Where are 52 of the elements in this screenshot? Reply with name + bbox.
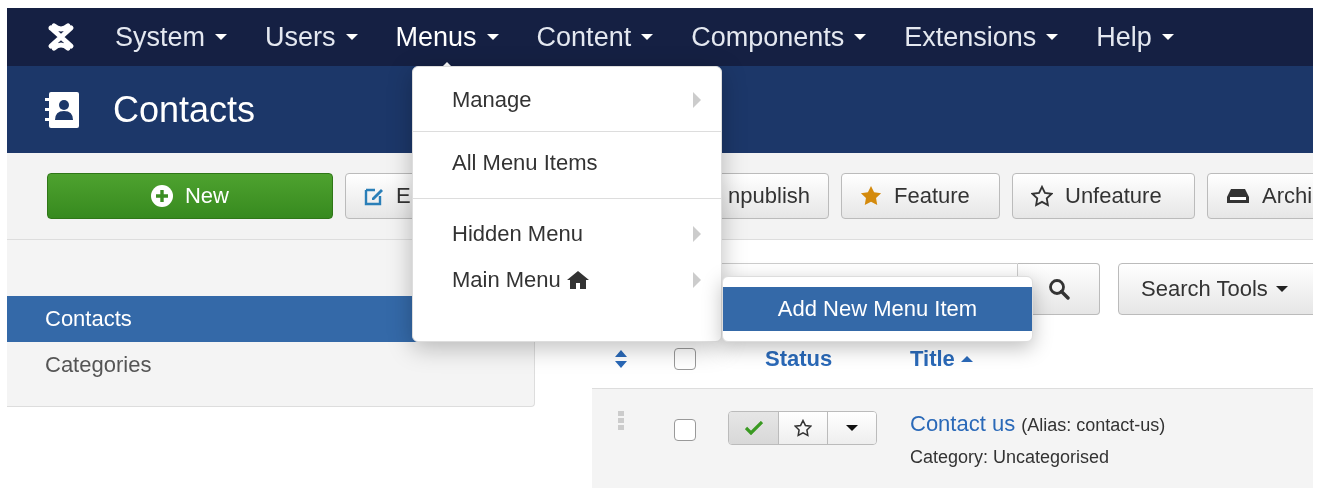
submenu-arrow-icon [692,226,701,242]
contact-title-link[interactable]: Contact us [910,411,1016,437]
alias-text: (Alias: contact-us) [1021,415,1166,436]
submenu-item[interactable]: Add New Menu Item [723,287,1032,331]
row-checkbox[interactable] [674,419,696,441]
caret-icon [1275,285,1288,293]
toolbar-button[interactable]: Unfeature [1012,173,1195,219]
home-icon [566,271,589,289]
menu-item[interactable]: Manage [413,77,721,123]
column-header[interactable]: Status [765,346,833,372]
nav-menu-item[interactable]: Components [691,21,867,53]
address-book-icon [45,91,79,128]
caret-icon [1161,33,1174,41]
actions-dropdown-button[interactable] [827,412,876,444]
caret-icon [854,33,867,41]
plus-circle-icon [151,185,173,207]
star-outline-icon [794,419,812,437]
submenu-arrow-icon [692,92,701,108]
page-title: Contacts [113,88,256,131]
sort-icon[interactable] [615,349,627,369]
caret-icon [846,424,858,432]
checkmark-icon [744,421,763,435]
nav-menu-item[interactable]: Users [265,21,358,53]
toolbar-button[interactable]: New [47,173,333,219]
menu-item[interactable]: All Menu Items [413,140,721,186]
caret-icon [641,33,654,41]
sidebar-item[interactable]: Categories [7,342,534,388]
archive-icon [1226,188,1250,204]
sort-ascending-icon [960,355,973,363]
category-text: Category: Uncategorised [910,447,1111,468]
caret-icon [215,33,228,41]
toolbar-button[interactable]: Feature [841,173,1000,219]
nav-menu-item[interactable]: Help [1096,21,1174,53]
column-header[interactable]: Title [910,346,973,372]
caret-icon [345,33,358,41]
nav-menu-item[interactable]: Content [536,21,654,53]
menu-item[interactable]: Hidden Menu [413,211,721,257]
featured-toggle-button[interactable] [778,412,827,444]
caret-icon [486,33,499,41]
caret-icon [1046,33,1059,41]
search-icon [1047,278,1070,300]
publish-toggle-button[interactable] [729,412,778,444]
nav-menu-item[interactable]: Extensions [904,21,1059,53]
nav-menu-item[interactable]: System [115,21,228,53]
search-tools-button[interactable]: Search Tools [1118,263,1313,315]
star-icon [860,185,882,207]
submenu-arrow-icon [692,272,701,288]
star-outline-icon [1031,185,1053,207]
select-all-checkbox[interactable] [674,348,696,370]
edit-icon [364,186,384,206]
toolbar-button[interactable]: Archi [1207,173,1313,219]
drag-handle-icon[interactable] [618,411,624,431]
